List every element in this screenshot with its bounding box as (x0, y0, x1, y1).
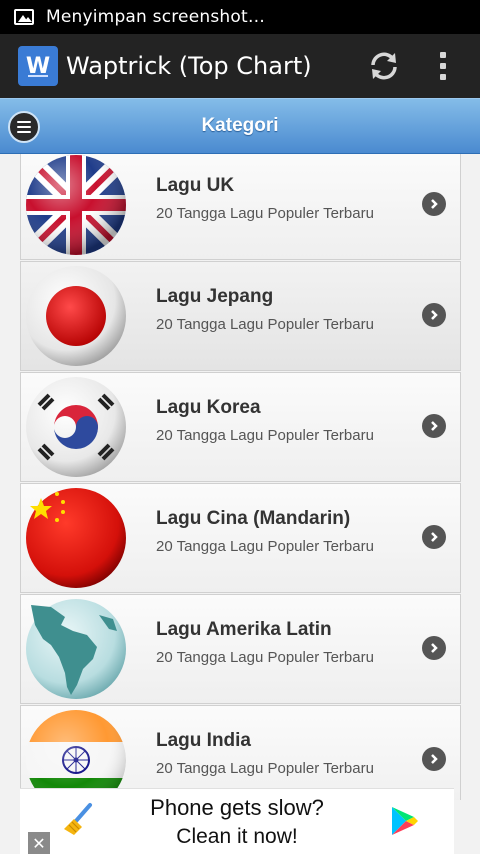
category-list: Lagu UK 20 Tangga Lagu Populer Terbaru L… (20, 154, 461, 800)
item-subtitle: 20 Tangga Lagu Populer Terbaru (156, 205, 374, 222)
item-title: Lagu Cina (Mandarin) (156, 508, 351, 529)
ad-subline: Clean it now! (176, 825, 298, 848)
chevron-right-icon (422, 747, 446, 771)
app-title: Waptrick (Top Chart) (66, 52, 312, 80)
chevron-right-icon (422, 525, 446, 549)
category-header: Kategori (0, 98, 480, 154)
overflow-dot (440, 52, 446, 58)
uk-flag-icon (21, 154, 131, 259)
item-subtitle: 20 Tangga Lagu Populer Terbaru (156, 427, 374, 444)
item-title: Lagu Jepang (156, 286, 274, 307)
item-title: Lagu UK (156, 175, 235, 196)
status-notification-text: Menyimpan screenshot… (46, 7, 266, 27)
list-item-uk[interactable]: Lagu UK 20 Tangga Lagu Populer Terbaru (20, 154, 461, 260)
ad-headline: Phone gets slow? (150, 795, 324, 820)
category-title: Kategori (201, 115, 279, 136)
ad-close-button[interactable]: ✕ (28, 832, 50, 854)
item-title: Lagu India (156, 730, 251, 751)
refresh-icon (371, 52, 397, 80)
screenshot-icon (14, 9, 34, 25)
chevron-right-icon (422, 303, 446, 327)
item-title: Lagu Amerika Latin (156, 619, 332, 640)
item-title: Lagu Korea (156, 397, 261, 418)
korea-flag-icon (21, 373, 131, 481)
action-bar: W Waptrick (Top Chart) (0, 34, 480, 98)
menu-button[interactable] (8, 111, 40, 143)
chevron-right-icon (422, 414, 446, 438)
chevron-right-icon (422, 192, 446, 216)
chevron-right-icon (422, 636, 446, 660)
list-item-korea[interactable]: Lagu Korea 20 Tangga Lagu Populer Terbar… (20, 372, 461, 482)
latin-america-globe-icon (21, 595, 131, 703)
item-subtitle: 20 Tangga Lagu Populer Terbaru (156, 538, 374, 555)
item-subtitle: 20 Tangga Lagu Populer Terbaru (156, 760, 374, 777)
list-item-china[interactable]: Lagu Cina (Mandarin) 20 Tangga Lagu Popu… (20, 483, 461, 593)
overflow-menu-button[interactable] (428, 44, 458, 88)
menu-line (17, 126, 31, 128)
india-flag-icon (21, 706, 131, 800)
menu-line (17, 131, 31, 133)
overflow-dot (440, 63, 446, 69)
menu-line (17, 121, 31, 123)
japan-flag-icon (21, 262, 131, 370)
china-flag-icon (21, 484, 131, 592)
list-item-india[interactable]: Lagu India 20 Tangga Lagu Populer Terbar… (20, 705, 461, 800)
refresh-button[interactable] (362, 44, 406, 88)
status-bar: Menyimpan screenshot… (0, 0, 480, 34)
app-logo-icon: W (18, 46, 58, 86)
app-logo-letter: W (25, 53, 51, 79)
list-item-latin-america[interactable]: Lagu Amerika Latin 20 Tangga Lagu Popule… (20, 594, 461, 704)
overflow-dot (440, 74, 446, 80)
ad-banner[interactable]: Phone gets slow? Clean it now! (20, 788, 454, 854)
play-store-icon (390, 805, 420, 841)
item-subtitle: 20 Tangga Lagu Populer Terbaru (156, 316, 374, 333)
item-subtitle: 20 Tangga Lagu Populer Terbaru (156, 649, 374, 666)
list-item-japan[interactable]: Lagu Jepang 20 Tangga Lagu Populer Terba… (20, 261, 461, 371)
